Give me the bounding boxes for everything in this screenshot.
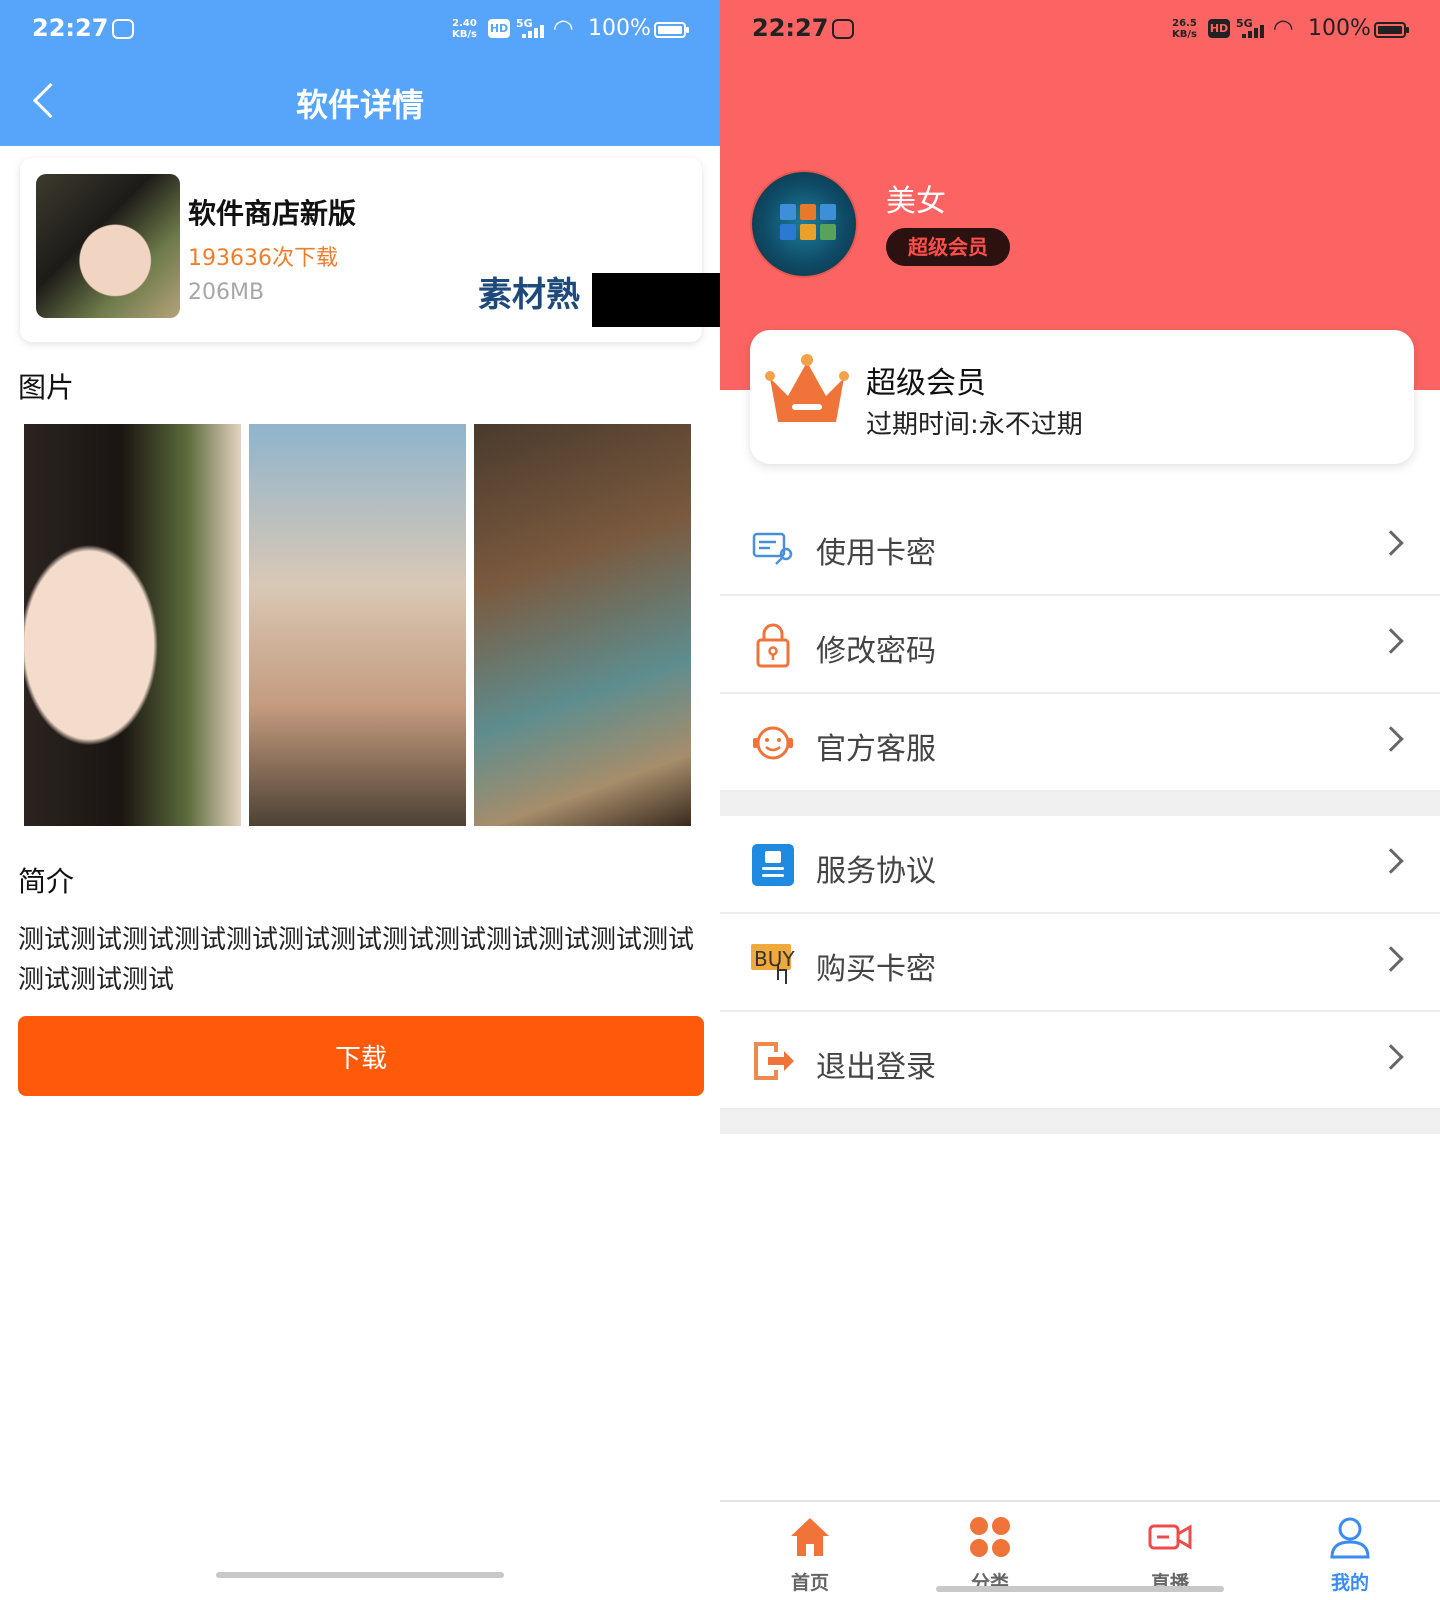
wifi-icon: ◠ xyxy=(554,14,573,42)
vip-expiry: 过期时间:永不过期 xyxy=(866,410,1083,440)
menu-item-label: 官方客服 xyxy=(816,732,936,767)
menu-item-label: 服务协议 xyxy=(816,854,936,889)
status-bar: 22:27 2.40 KB/s HD 5G ◠ 100% xyxy=(0,0,720,60)
menu-item-change-password[interactable]: 修改密码 xyxy=(720,596,1440,694)
signal-icon xyxy=(1242,22,1268,38)
home-indicator[interactable] xyxy=(216,1572,504,1578)
avatar[interactable] xyxy=(750,170,858,278)
lock-icon xyxy=(756,623,790,668)
wifi-icon: ◠ xyxy=(1274,14,1293,42)
category-icon xyxy=(970,1517,1010,1557)
header-bar: 22:27 2.40 KB/s HD 5G ◠ 100% 软件详情 xyxy=(0,0,720,146)
vip-card-title: 超级会员 xyxy=(866,366,986,401)
notification-icon xyxy=(112,19,134,39)
screenshot-image-2[interactable] xyxy=(249,424,466,826)
app-size: 206MB xyxy=(188,280,265,305)
menu-item-service-agreement[interactable]: 服务协议 xyxy=(720,816,1440,914)
app-detail-screen: 22:27 2.40 KB/s HD 5G ◠ 100% 软件详情 软件商店新版 … xyxy=(0,0,720,1600)
download-button[interactable]: 下载 xyxy=(18,1016,704,1096)
hd-icon: HD xyxy=(1208,19,1230,38)
menu-item-label: 退出登录 xyxy=(816,1050,936,1085)
status-time: 22:27 xyxy=(32,14,109,42)
intro-section-title: 简介 xyxy=(18,865,75,898)
screenshot-image-3[interactable] xyxy=(474,424,691,826)
intro-text: 测试测试测试测试测试测试测试测试测试测试测试测试测试测试测试测试 xyxy=(18,925,695,995)
section-divider xyxy=(720,792,1440,816)
status-time: 22:27 xyxy=(752,14,829,42)
chevron-right-icon xyxy=(1378,628,1404,654)
chevron-right-icon xyxy=(1378,726,1404,752)
page-title: 软件详情 xyxy=(295,86,424,124)
screenshot-image-1[interactable] xyxy=(24,424,241,826)
chevron-right-icon xyxy=(1378,1044,1404,1070)
battery-percent: 100% xyxy=(1308,16,1371,41)
menu-item-logout[interactable]: 退出登录 xyxy=(720,1012,1440,1110)
vip-card[interactable]: 超级会员 过期时间:永不过期 xyxy=(750,330,1414,464)
user-icon xyxy=(1330,1517,1370,1559)
vip-badge: 超级会员 xyxy=(886,228,1010,266)
battery-icon xyxy=(1374,22,1409,38)
menu-group-account: 使用卡密 修改密码 官方客服 服务协议 BUY 购买卡密 退出登录 xyxy=(720,498,1440,1134)
live-icon xyxy=(1148,1524,1192,1550)
redaction-block xyxy=(592,273,720,327)
menu-item-label: 修改密码 xyxy=(816,634,936,669)
tab-home[interactable]: 首页 xyxy=(720,1502,900,1600)
status-bar: 22:27 26.5 KB/s HD 5G ◠ 100% xyxy=(720,0,1440,60)
menu-item-use-card[interactable]: 使用卡密 xyxy=(720,498,1440,596)
download-count: 193636次下载 xyxy=(188,246,338,271)
app-name: 软件商店新版 xyxy=(188,197,357,230)
signal-icon xyxy=(522,22,548,38)
menu-item-label: 购买卡密 xyxy=(816,952,936,987)
hd-icon: HD xyxy=(488,19,510,38)
section-divider xyxy=(720,1110,1440,1134)
images-section-title: 图片 xyxy=(18,371,75,404)
menu-item-customer-service[interactable]: 官方客服 xyxy=(720,694,1440,792)
battery-percent: 100% xyxy=(588,16,651,41)
buy-icon: BUY xyxy=(751,944,795,984)
chevron-right-icon xyxy=(1378,848,1404,874)
home-indicator[interactable] xyxy=(936,1586,1224,1592)
profile-screen: 22:27 26.5 KB/s HD 5G ◠ 100% 美女 超级会员 超级会员… xyxy=(720,0,1440,1600)
logout-icon xyxy=(754,1042,794,1080)
app-thumbnail xyxy=(36,174,180,318)
chevron-right-icon xyxy=(1378,946,1404,972)
menu-item-label: 使用卡密 xyxy=(816,536,936,571)
card-key-icon xyxy=(752,532,793,565)
menu-item-buy-card[interactable]: BUY 购买卡密 xyxy=(720,914,1440,1012)
chevron-right-icon xyxy=(1378,530,1404,556)
document-icon xyxy=(752,844,794,886)
tab-mine[interactable]: 我的 xyxy=(1260,1502,1440,1600)
home-icon xyxy=(791,1518,829,1556)
net-speed: 2.40 KB/s xyxy=(452,18,477,40)
watermark: 素材熟 xyxy=(478,275,580,315)
svg-text:BUY: BUY xyxy=(754,947,795,971)
crown-icon xyxy=(765,354,849,422)
headset-icon xyxy=(753,726,793,760)
bottom-tab-bar: 首页 分类 直播 我的 xyxy=(720,1500,1440,1600)
notification-icon xyxy=(832,19,854,39)
user-name: 美女 xyxy=(886,184,946,219)
battery-icon xyxy=(654,22,689,38)
net-speed: 26.5 KB/s xyxy=(1172,18,1197,40)
